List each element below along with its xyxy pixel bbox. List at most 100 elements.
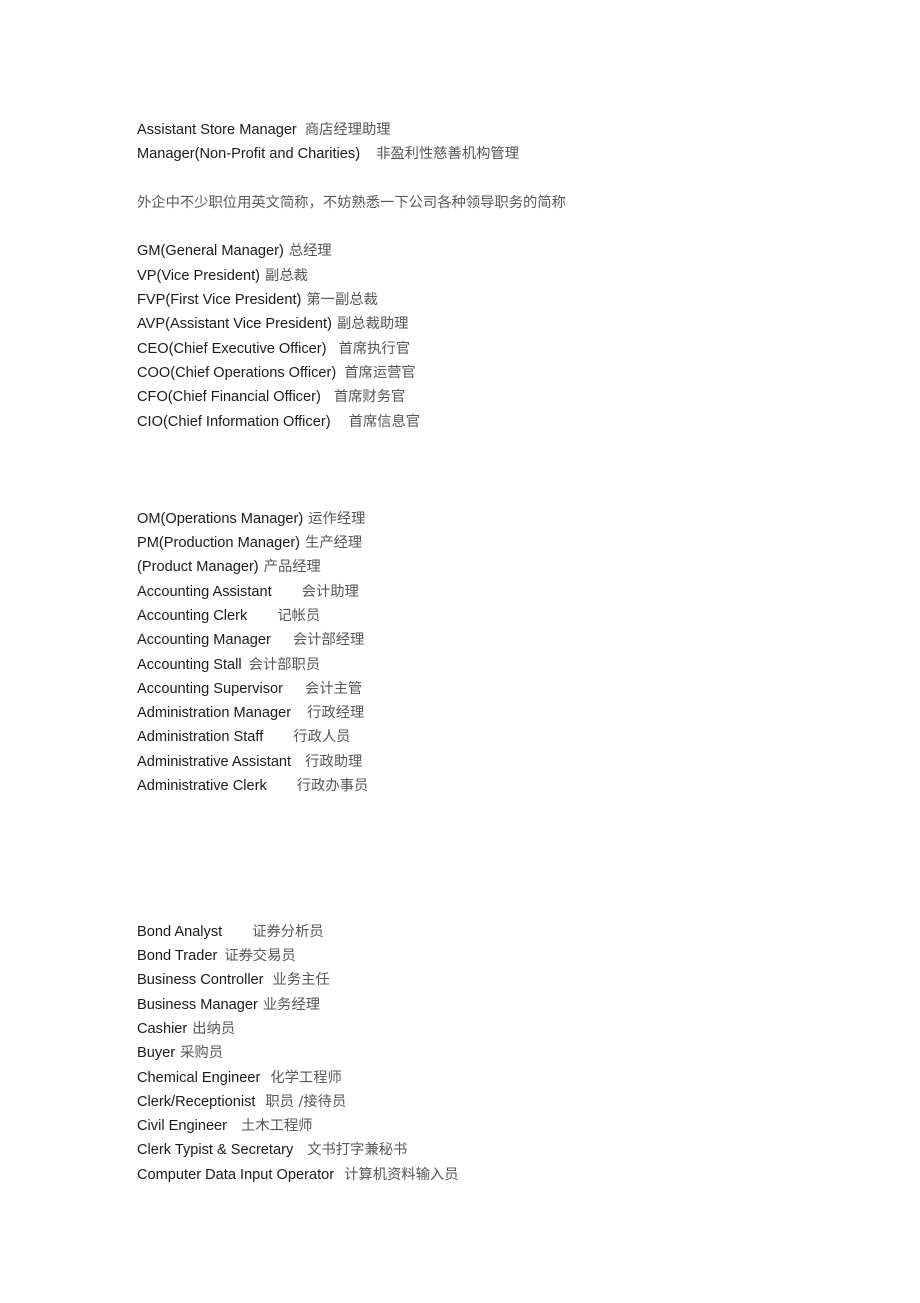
job-title-english: (Product Manager) (137, 559, 259, 576)
job-title-english: Administrative Assistant (137, 753, 292, 770)
job-title-chinese: 会计部职员 (248, 656, 321, 673)
document-line: (Product Manager) 产品经理 (137, 555, 880, 579)
document-line: COO(Chief Operations Officer) 首席运营官 (137, 361, 880, 385)
document-line: Accounting Stall 会计部职员 (137, 653, 880, 677)
job-title-english: VP(Vice President) (137, 267, 261, 284)
job-title-english: Administrative Clerk (137, 778, 267, 795)
job-title-english: Bond Analyst (137, 923, 223, 940)
job-title-english: Accounting Stall (137, 656, 242, 673)
document-line: OM(Operations Manager) 运作经理 (137, 507, 880, 531)
job-title-english: Accounting Supervisor (137, 680, 284, 697)
job-title-english: GM(General Manager) (137, 243, 284, 260)
document-line: CIO(Chief Information Officer) 首席信息官 (137, 410, 880, 434)
document-line: 外企中不少职位用英文简称，不妨熟悉一下公司各种领导职务的简称 (137, 191, 880, 215)
job-title-chinese: 行政人员 (293, 729, 351, 746)
job-title-chinese: 会计主管 (305, 680, 363, 697)
job-title-english: Computer Data Input Operator (137, 1166, 335, 1183)
job-title-chinese: 行政经理 (307, 705, 365, 722)
business-roles-block: Bond Analyst 证券分析员 Bond Trader 证券交易员 Busines… (137, 920, 880, 1187)
document-line: Administration Staff 行政人员 (137, 725, 880, 749)
job-title-chinese: 行政助理 (305, 753, 363, 770)
executive-titles-block: GM(General Manager) 总经理 VP(Vice President)… (137, 239, 880, 433)
operations-accounting-block: OM(Operations Manager) 运作经理 PM(Production … (137, 507, 880, 799)
job-title-chinese: 职员 /接待员 (265, 1093, 347, 1110)
job-title-chinese: 计算机资料输入员 (344, 1166, 459, 1183)
job-title-english: Clerk Typist & Secretary (137, 1142, 294, 1159)
job-title-english: COO(Chief Operations Officer) (137, 364, 337, 381)
job-title-chinese: 行政办事员 (296, 778, 369, 795)
job-title-english: Clerk/Receptionist (137, 1093, 256, 1110)
document-line: Accounting Assistant 会计助理 (137, 580, 880, 604)
document-line: Business Controller 业务主任 (137, 968, 880, 992)
document-line: Bond Analyst 证券分析员 (137, 920, 880, 944)
job-title-chinese: 首席信息官 (348, 413, 421, 430)
job-title-chinese: 业务主任 (272, 972, 330, 989)
document-page: Assistant Store Manager 商店经理助理 Manager(Non… (0, 0, 920, 1303)
store-manager-block: Assistant Store Manager 商店经理助理 Manager(Non… (137, 118, 880, 167)
job-title-chinese: 运作经理 (308, 510, 366, 527)
job-title-chinese: 外企中不少职位用英文简称，不妨熟悉一下公司各种领导职务的简称 (137, 194, 566, 211)
job-title-chinese: 副总裁助理 (336, 316, 409, 333)
job-title-english: Bond Trader (137, 948, 218, 965)
job-title-english: Cashier (137, 1021, 188, 1037)
document-line: Accounting Manager 会计部经理 (137, 628, 880, 652)
job-title-english: CIO(Chief Information Officer) (137, 413, 331, 430)
job-title-english: AVP(Assistant Vice President) (137, 316, 332, 333)
job-title-english: Administration Manager (137, 705, 292, 722)
job-title-chinese: 采购员 (180, 1045, 224, 1062)
document-line: Chemical Engineer 化学工程师 (137, 1066, 880, 1090)
job-title-english: Accounting Clerk (137, 607, 248, 624)
job-title-english: Accounting Assistant (137, 583, 272, 600)
document-line: Cashier 出纳员 (137, 1017, 880, 1041)
document-body: Assistant Store Manager 商店经理助理 Manager(Non… (137, 118, 880, 1187)
job-title-english: Chemical Engineer (137, 1069, 261, 1086)
document-line: CEO(Chief Executive Officer) 首席执行官 (137, 337, 880, 361)
job-title-english: Business Controller (137, 972, 264, 989)
job-title-english: Buyer (137, 1045, 176, 1062)
document-line: GM(General Manager) 总经理 (137, 239, 880, 263)
job-title-chinese: 副总裁 (265, 267, 308, 284)
job-title-chinese: 土木工程师 (241, 1118, 313, 1135)
document-line: Administration Manager 行政经理 (137, 701, 880, 725)
document-line: Accounting Clerk 记帐员 (137, 604, 880, 628)
job-title-english: Assistant Store Manager (137, 122, 297, 138)
job-title-english: Civil Engineer (137, 1118, 228, 1135)
job-title-english: OM(Operations Manager) (137, 510, 304, 527)
document-line: VP(Vice President) 副总裁 (137, 264, 880, 288)
job-title-english: CEO(Chief Executive Officer) (137, 340, 327, 357)
job-title-english: Administration Staff (137, 729, 264, 746)
job-title-english: CFO(Chief Financial Officer) (137, 389, 321, 406)
job-title-chinese: 证券分析员 (252, 923, 324, 940)
document-line: Clerk/Receptionist 职员 /接待员 (137, 1090, 880, 1114)
document-line: PM(Production Manager) 生产经理 (137, 531, 880, 555)
document-line: CFO(Chief Financial Officer) 首席财务官 (137, 385, 880, 409)
job-title-english: FVP(First Vice President) (137, 292, 302, 309)
job-title-chinese: 首席执行官 (338, 340, 410, 357)
document-line: Administrative Clerk 行政办事员 (137, 774, 880, 798)
job-title-english: Business Manager (137, 996, 258, 1013)
document-line: Accounting Supervisor 会计主管 (137, 677, 880, 701)
document-line: Clerk Typist & Secretary 文书打字兼秘书 (137, 1138, 880, 1162)
document-line: FVP(First Vice President) 第一副总裁 (137, 288, 880, 312)
job-title-chinese: 产品经理 (263, 559, 321, 576)
document-line: Bond Trader 证券交易员 (137, 944, 880, 968)
job-title-chinese: 第一副总裁 (306, 292, 378, 309)
document-line: Manager(Non-Profit and Charities) 非盈利性慈善机… (137, 142, 880, 166)
job-title-chinese: 化学工程师 (270, 1069, 342, 1086)
intro-paragraph: 外企中不少职位用英文简称，不妨熟悉一下公司各种领导职务的简称 (137, 191, 880, 215)
job-title-chinese: 会计助理 (301, 583, 359, 600)
job-title-chinese: 商店经理助理 (304, 122, 391, 138)
job-title-chinese: 会计部经理 (292, 632, 365, 649)
job-title-chinese: 文书打字兼秘书 (307, 1142, 408, 1159)
document-line: Computer Data Input Operator 计算机资料输入员 (137, 1163, 880, 1187)
job-title-english: Accounting Manager (137, 632, 271, 649)
job-title-chinese: 总经理 (288, 243, 332, 260)
document-line: AVP(Assistant Vice President) 副总裁助理 (137, 312, 880, 336)
job-title-chinese: 出纳员 (192, 1021, 236, 1037)
document-line: Civil Engineer 土木工程师 (137, 1114, 880, 1138)
job-title-english: PM(Production Manager) (137, 535, 301, 552)
